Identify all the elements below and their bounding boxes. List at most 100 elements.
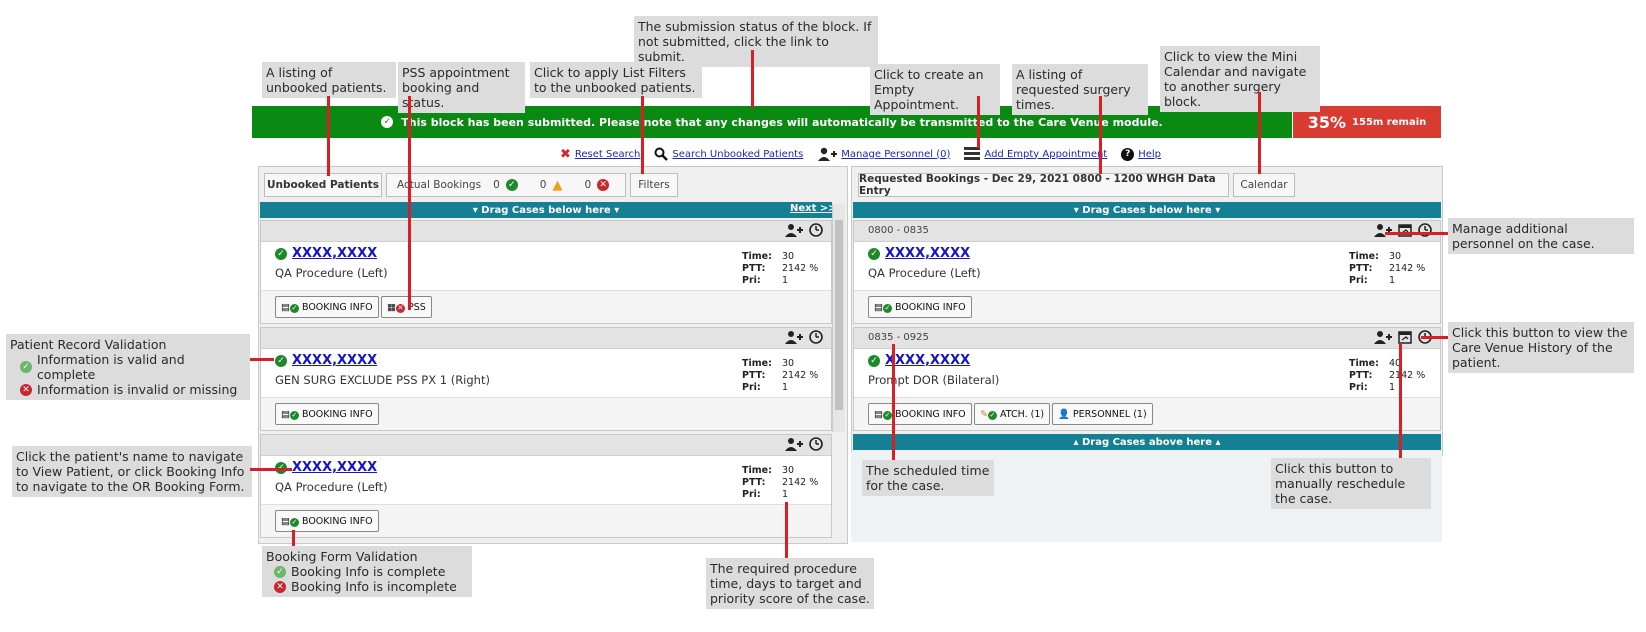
callout-unbooked-list: A listing of unbooked patients. [262,62,396,98]
close-x-icon: ✖ [560,146,571,162]
tab-unbooked-patients[interactable]: Unbooked Patients [264,173,382,197]
user-icon: 👤 [1058,408,1070,420]
form-check-icon: ▤ ✓ [281,408,299,420]
booking-info-label: BOOKING INFO [301,301,373,313]
add-user-icon[interactable] [785,330,803,344]
calendar-button[interactable]: Calendar [1233,173,1295,197]
booking-info-label: BOOKING INFO [894,301,966,313]
filters-button[interactable]: Filters [630,173,678,197]
bfv-title: Booking Form Validation [266,549,418,564]
pri-label: Pri: [742,382,761,393]
callout-filters: Click to apply List Filters to the unboo… [530,62,702,98]
patient-name-link[interactable]: XXXX,XXXX [885,353,970,368]
leader-line [1421,336,1448,339]
leader-line [1258,92,1261,174]
bfv-bad: Booking Info is incomplete [291,579,457,594]
booking-info-button[interactable]: ▤ ✓ BOOKING INFO [868,403,972,425]
add-user-icon [818,147,838,161]
check-circle-icon: ✓ [20,361,32,373]
case-stats: Time: 30 PTT: 2142 % Pri: 1 [742,358,818,394]
leader-line [977,96,980,148]
pri-value: 1 [782,489,789,500]
personnel-button[interactable]: 👤 PERSONNEL (1) [1052,403,1153,425]
booked-card[interactable]: 0835 - 0925 ✓ XXXX,XXXX Prompt DOR (Bilat… [853,327,1441,431]
booking-info-button[interactable]: ▤ ✓ BOOKING INFO [275,296,379,318]
callout-requested-times: A listing of requested surgery times. [1012,64,1148,115]
procedure-text: QA Procedure (Left) [275,480,388,494]
drag-below-label: ▾ Drag Cases below here ▾ [472,204,620,216]
add-user-icon[interactable] [785,223,803,237]
patient-name-link[interactable]: XXXX,XXXX [885,246,970,261]
case-stats: Time: 30 PTT: 2142 % Pri: 1 [742,251,818,287]
callout-reschedule: Click this button to manually reschedule… [1271,458,1431,509]
booked-card[interactable]: 0800 - 0835 ✓ XXXX,XXXX QA Procedure (Lef… [853,220,1441,324]
card-footer: ▤ ✓ BOOKING INFO [854,290,1440,323]
add-empty-appointment-link[interactable]: Add Empty Appointment [964,147,1107,161]
booking-info-button[interactable]: ▤ ✓ BOOKING INFO [868,296,972,318]
callout-scheduled-time: The scheduled time for the case. [862,460,994,496]
attachment-button[interactable]: ✎ ✓ ATCH. (1) [974,403,1051,425]
pri-label: Pri: [742,489,761,500]
pss-button[interactable]: ▦ ✕ PSS [381,296,432,318]
manage-personnel-label[interactable]: Manage Personnel (0) [841,149,950,160]
search-icon [654,147,669,161]
booking-info-button[interactable]: ▤ ✓ BOOKING INFO [275,510,379,532]
next-link[interactable]: Next >> [790,203,837,214]
scrollbar[interactable] [832,204,845,432]
progress-percent: 35% [1307,112,1347,132]
patient-name-link[interactable]: XXXX,XXXX [292,246,377,261]
case-stats: Time: 30 PTT: 2142 % Pri: 1 [742,465,818,501]
clock-icon[interactable] [809,437,823,451]
procedure-text: Prompt DOR (Bilateral) [868,373,1000,387]
prv-ok: Information is valid and complete [36,352,185,382]
patient-name-link[interactable]: XXXX,XXXX [292,460,377,475]
add-empty-appointment-label[interactable]: Add Empty Appointment [984,149,1107,160]
form-check-icon: ▤ ✓ [874,301,892,313]
calendar-x-icon: ▦ ✕ [387,301,405,313]
help-label[interactable]: Help [1138,149,1161,160]
card-footer: ▤ ✓ BOOKING INFO [261,504,831,537]
help-link[interactable]: ? Help [1121,147,1161,161]
add-user-icon[interactable] [785,437,803,451]
clock-icon[interactable] [809,223,823,237]
attachment-label: ATCH. (1) [999,408,1045,420]
clock-icon[interactable] [809,330,823,344]
ptt-label: PTT: [742,477,766,488]
callout-booking-form-validation: Booking Form Validation ✓ Booking Info is… [262,546,472,597]
x-circle-icon: ✕ [274,580,286,593]
manage-personnel-link[interactable]: Manage Personnel (0) [817,147,950,161]
time-value: 30 [1389,251,1402,262]
booking-info-button[interactable]: ▤ ✓ BOOKING INFO [275,403,379,425]
paperclip-icon: ✎ ✓ [980,408,997,420]
requested-bookings-title: Requested Bookings - Dec 29, 2021 0800 -… [858,173,1229,197]
reset-search-link[interactable]: ✖ Reset Search [560,147,640,162]
booking-info-label: BOOKING INFO [301,515,373,527]
pri-label: Pri: [1349,382,1368,393]
card-header [261,221,831,242]
patient-name-row: ✓ XXXX,XXXX [275,246,377,261]
ptt-value: 2142 % [782,370,819,381]
search-unbooked-label[interactable]: Search Unbooked Patients [672,149,803,160]
reset-search-label[interactable]: Reset Search [575,149,640,160]
scrollbar-thumb[interactable] [835,220,843,410]
prv-title: Patient Record Validation [10,337,167,352]
prv-bad: Information is invalid or missing [37,382,238,397]
check-circle-icon: ✓ [868,354,880,367]
time-value: 30 [782,358,795,369]
reschedule-calendar-icon[interactable] [1398,330,1412,344]
add-user-icon[interactable] [1374,330,1392,344]
tab-actual-bookings[interactable]: Actual Bookings 0 ✓ 0 ▲ 0 ✕ [386,173,626,197]
ptt-value: 2142 % [1389,370,1426,381]
leader-line [250,468,292,471]
bfv-ok: Booking Info is complete [291,564,446,579]
check-circle-icon: ✓ [505,179,518,191]
callout-required-time: The required procedure time, days to tar… [706,558,874,609]
search-unbooked-link[interactable]: Search Unbooked Patients [654,147,803,161]
x-circle-icon: ✕ [20,383,32,396]
callout-mini-calendar: Click to view the Mini Calendar and navi… [1160,46,1320,112]
time-value: 30 [782,251,795,262]
time-label: Time: [742,465,772,476]
patient-name-link[interactable]: XXXX,XXXX [292,353,377,368]
callout-empty-appt: Click to create an Empty Appointment. [870,64,1000,115]
card-footer: ▤ ✓ BOOKING INFO ✎ ✓ ATCH. (1) 👤 PERSONNEL (1… [854,397,1440,430]
